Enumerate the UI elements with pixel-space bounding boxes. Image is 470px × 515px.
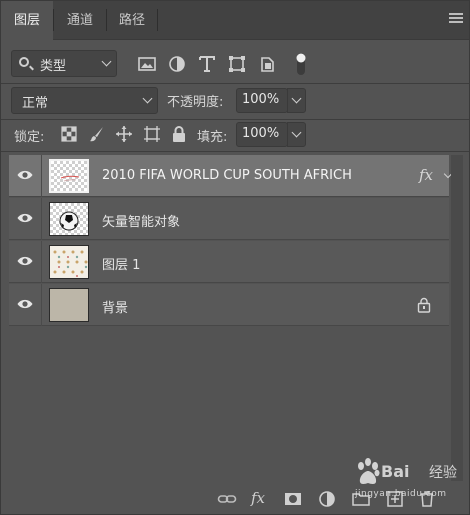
panel-menu-icon[interactable] <box>449 13 463 27</box>
lock-transparent-pixels-icon[interactable] <box>60 125 78 143</box>
visibility-toggle[interactable] <box>9 284 42 326</box>
add-mask-icon[interactable] <box>283 489 303 509</box>
image-filter-icon[interactable] <box>137 54 157 74</box>
fill-value: 100% <box>242 126 280 141</box>
watermark-cn: 经验 <box>429 465 457 481</box>
tab-layers[interactable]: 图层 <box>1 1 53 41</box>
layer-thumbnail-background <box>49 288 89 322</box>
visibility-toggle[interactable] <box>9 155 42 197</box>
chevron-down-icon <box>101 56 112 67</box>
layer-row-layer-1[interactable]: 图层 1 <box>9 241 449 283</box>
layer-thumbnail-text <box>49 159 89 193</box>
lock-image-pixels-icon[interactable] <box>88 125 106 143</box>
layer-name: 矢量智能对象 <box>102 215 181 230</box>
eye-icon <box>17 256 33 266</box>
filter-kind-label: 类型 <box>40 59 67 74</box>
lock-position-icon[interactable] <box>115 125 133 143</box>
visibility-toggle[interactable] <box>9 241 42 283</box>
tab-divider <box>157 9 158 31</box>
opacity-slider-button[interactable] <box>287 88 306 113</box>
opacity-input[interactable]: 100% <box>236 88 288 113</box>
chevron-down-icon <box>291 93 302 104</box>
lock-all-icon[interactable] <box>170 125 188 143</box>
eye-icon <box>17 170 33 180</box>
fill-label: 填充: <box>197 130 228 145</box>
opacity-label: 不透明度: <box>167 95 224 110</box>
layer-thumbnail-pattern <box>49 245 89 279</box>
new-adjustment-layer-icon[interactable] <box>317 489 337 509</box>
layers-panel: 图层 通道 路径 类型 正常 不透明度: 100% 锁定: 填充: 100% 2… <box>0 0 470 515</box>
panel-tab-bar: 图层 通道 路径 <box>1 1 469 41</box>
fill-input[interactable]: 100% <box>236 122 288 147</box>
shape-filter-icon[interactable] <box>227 54 247 74</box>
search-icon <box>19 57 29 67</box>
filter-toggle-icon[interactable] <box>291 51 311 77</box>
layer-name: 背景 <box>102 301 129 316</box>
eye-icon <box>17 299 33 309</box>
layer-row-text[interactable]: 2010 FIFA WORLD CUP SOUTH AFRICH fx <box>9 155 453 197</box>
watermark-url: jingyan.baidu.com <box>355 489 447 499</box>
add-layer-style-icon[interactable]: fx <box>251 489 271 509</box>
lock-label: 锁定: <box>14 130 45 145</box>
layer-row-background[interactable]: 背景 <box>9 284 449 326</box>
tab-channels[interactable]: 通道 <box>54 1 106 40</box>
visibility-toggle[interactable] <box>9 198 42 240</box>
opacity-value: 100% <box>242 92 280 107</box>
layer-name: 2010 FIFA WORLD CUP SOUTH AFRICH <box>102 168 352 183</box>
eye-icon <box>17 213 33 223</box>
fill-slider-button[interactable] <box>287 122 306 147</box>
tab-paths[interactable]: 路径 <box>107 1 157 40</box>
blend-mode-value: 正常 <box>22 96 49 111</box>
layers-scrollbar[interactable] <box>451 155 463 481</box>
lock-artboard-icon[interactable] <box>143 125 161 143</box>
layer-name: 图层 1 <box>102 258 141 273</box>
layer-thumbnail-ball <box>49 202 89 236</box>
adjustment-filter-icon[interactable] <box>167 54 187 74</box>
chevron-down-icon <box>142 93 153 104</box>
lock-icon[interactable] <box>417 297 431 313</box>
layer-effects-icon[interactable]: fx <box>419 166 433 184</box>
divider <box>1 83 469 84</box>
blend-mode-select[interactable]: 正常 <box>11 87 158 114</box>
watermark-brand: Bai <box>381 462 410 481</box>
smart-object-filter-icon[interactable] <box>257 54 277 74</box>
baidu-paw-logo-icon <box>358 458 380 484</box>
layer-row-smart-object[interactable]: 矢量智能对象 <box>9 198 449 240</box>
baidu-watermark: Bai 经验 jingyan.baidu.com <box>351 456 461 506</box>
divider <box>1 119 469 120</box>
layer-filter-select[interactable]: 类型 <box>11 50 117 77</box>
divider <box>1 151 469 152</box>
type-filter-icon[interactable] <box>197 54 217 74</box>
link-layers-icon[interactable] <box>217 489 237 509</box>
chevron-down-icon <box>291 127 302 138</box>
